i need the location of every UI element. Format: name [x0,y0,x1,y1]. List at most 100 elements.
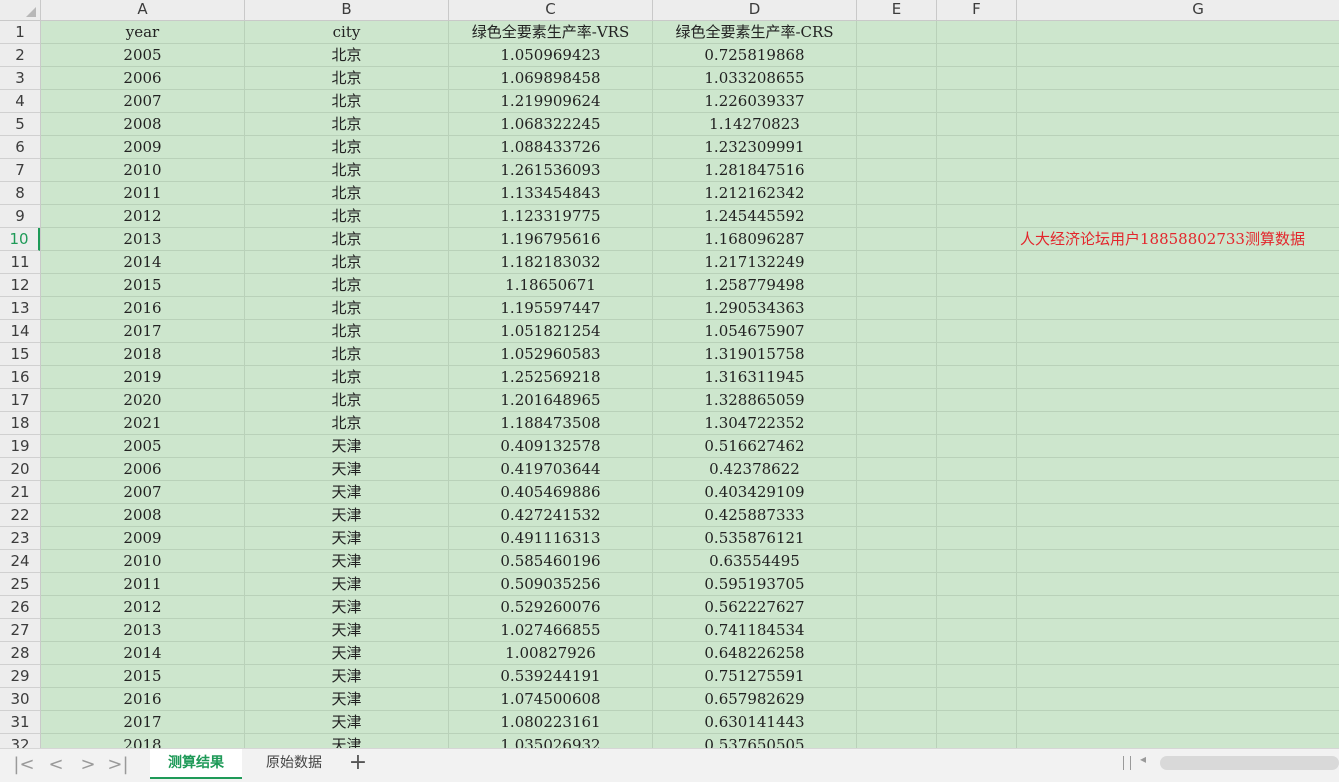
cell[interactable] [937,619,1017,641]
cell[interactable] [937,320,1017,342]
cell[interactable]: 1.196795616 [449,228,653,250]
cell[interactable] [1017,251,1339,273]
cell[interactable]: 2011 [41,573,245,595]
cell[interactable] [1017,619,1339,641]
cell[interactable] [937,44,1017,66]
cell[interactable] [857,136,937,158]
cell[interactable]: 1.088433726 [449,136,653,158]
cell[interactable]: 0.516627462 [653,435,857,457]
cell[interactable]: 0.427241532 [449,504,653,526]
cell[interactable] [937,136,1017,158]
cell[interactable]: 1.18650671 [449,274,653,296]
cell[interactable]: 0.491116313 [449,527,653,549]
cell[interactable] [857,619,937,641]
cell[interactable]: 1.068322245 [449,113,653,135]
cell[interactable] [937,205,1017,227]
cell[interactable] [1017,458,1339,480]
cell[interactable] [1017,274,1339,296]
cell[interactable]: 北京 [245,297,449,319]
cell-grid[interactable]: year city 绿色全要素生产率-VRS 绿色全要素生产率-CRS 2005 北京 1.… [41,21,1339,748]
row-header[interactable]: 30 [0,688,40,711]
column-header-f[interactable]: F [937,0,1017,20]
cell[interactable] [937,527,1017,549]
cell[interactable] [1017,734,1339,748]
cell[interactable]: 0.751275591 [653,665,857,687]
cell[interactable] [857,389,937,411]
header-cell[interactable]: city [245,21,449,43]
row-header[interactable]: 19 [0,435,40,458]
cell[interactable]: 2016 [41,297,245,319]
cell[interactable] [857,527,937,549]
row-header[interactable]: 31 [0,711,40,734]
row-header[interactable]: 28 [0,642,40,665]
cell[interactable]: 北京 [245,274,449,296]
cell[interactable] [857,205,937,227]
cell[interactable]: 0.741184534 [653,619,857,641]
cell[interactable]: 天津 [245,642,449,664]
cell[interactable]: 1.281847516 [653,159,857,181]
cell[interactable] [937,343,1017,365]
cell[interactable] [857,297,937,319]
cell[interactable] [937,366,1017,388]
cell[interactable] [1017,573,1339,595]
cell[interactable]: 1.14270823 [653,113,857,135]
cell[interactable]: 北京 [245,205,449,227]
cell[interactable]: 1.261536093 [449,159,653,181]
cell[interactable]: 1.304722352 [653,412,857,434]
cell[interactable]: 天津 [245,665,449,687]
scroll-left-icon[interactable]: ◂ [1140,752,1146,766]
cell[interactable] [857,67,937,89]
cell[interactable] [857,596,937,618]
cell[interactable]: 2021 [41,412,245,434]
cell[interactable]: 1.050969423 [449,44,653,66]
cell[interactable]: 2005 [41,435,245,457]
cell[interactable]: 1.033208655 [653,67,857,89]
cell[interactable]: 2006 [41,67,245,89]
cell[interactable]: 0.595193705 [653,573,857,595]
cell[interactable]: 2008 [41,504,245,526]
cell[interactable]: 天津 [245,458,449,480]
cell[interactable] [857,550,937,572]
cell[interactable] [1017,550,1339,572]
row-header[interactable]: 29 [0,665,40,688]
cell[interactable]: 1.232309991 [653,136,857,158]
cell[interactable] [857,366,937,388]
cell[interactable] [857,159,937,181]
row-header[interactable]: 2 [0,44,40,67]
last-sheet-icon[interactable]: >| [106,753,130,777]
prev-sheet-icon[interactable]: < [44,753,68,777]
cell[interactable]: 0.648226258 [653,642,857,664]
cell[interactable] [937,642,1017,664]
column-header-e[interactable]: E [857,0,937,20]
next-sheet-icon[interactable]: > [76,753,100,777]
row-header[interactable]: 32 [0,734,40,748]
cell[interactable] [937,389,1017,411]
cell[interactable]: 北京 [245,320,449,342]
cell[interactable] [857,320,937,342]
cell[interactable]: 天津 [245,481,449,503]
row-header[interactable]: 14 [0,320,40,343]
cell[interactable] [1017,504,1339,526]
cell[interactable]: 2015 [41,665,245,687]
cell[interactable] [937,504,1017,526]
cell[interactable]: 1.328865059 [653,389,857,411]
cell[interactable]: 2018 [41,343,245,365]
cell[interactable] [1017,159,1339,181]
cell[interactable] [1017,113,1339,135]
cell[interactable] [937,734,1017,748]
cell[interactable]: 天津 [245,596,449,618]
cell[interactable]: 2010 [41,159,245,181]
cell[interactable]: 1.00827926 [449,642,653,664]
cell[interactable]: 0.63554495 [653,550,857,572]
cell[interactable]: 1.080223161 [449,711,653,733]
horizontal-scrollbar[interactable] [1160,756,1339,770]
cell[interactable]: 2019 [41,366,245,388]
cell[interactable]: 1.182183032 [449,251,653,273]
row-header[interactable]: 16 [0,366,40,389]
cell[interactable] [937,550,1017,572]
cell[interactable]: 天津 [245,619,449,641]
cell[interactable]: 1.027466855 [449,619,653,641]
header-cell[interactable] [857,21,937,43]
cell[interactable] [857,343,937,365]
cell[interactable]: 0.657982629 [653,688,857,710]
